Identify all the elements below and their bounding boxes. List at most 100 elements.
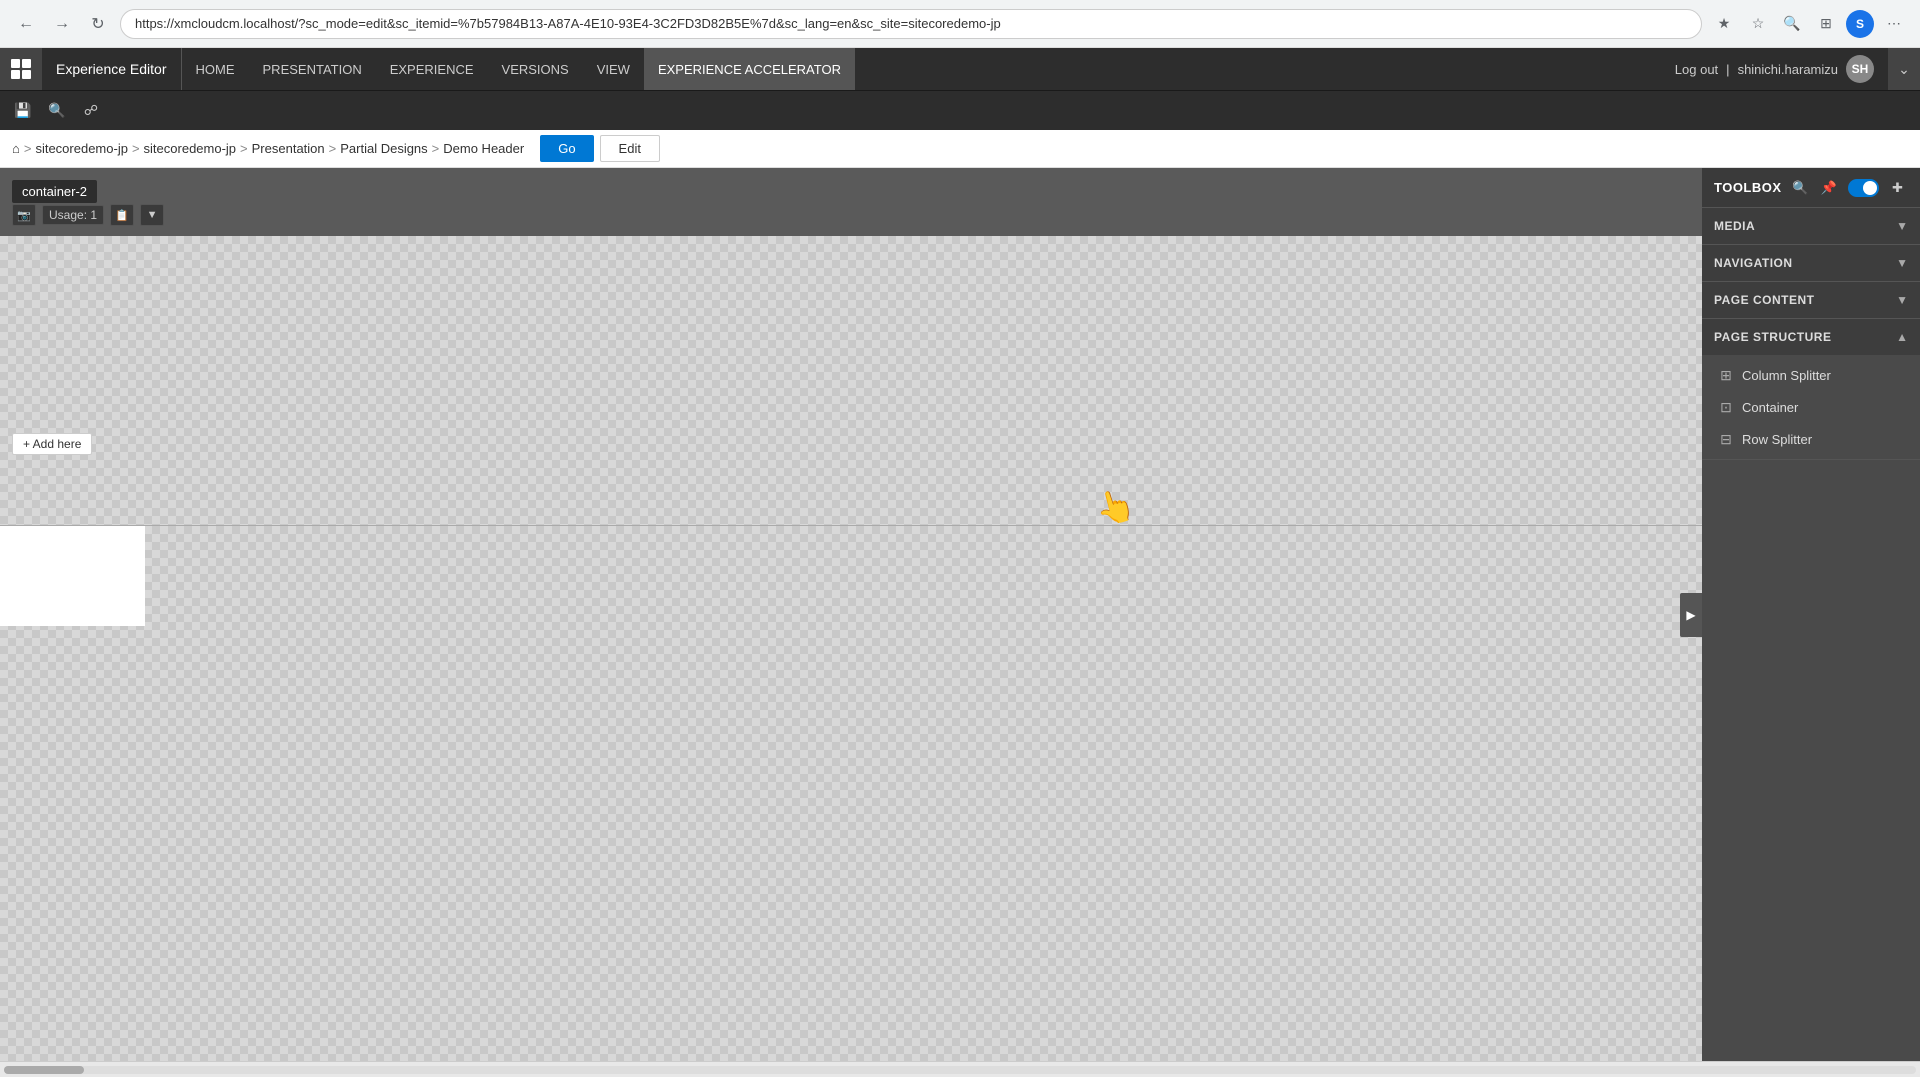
menu-right: Log out | shinichi.haramizu SH — [1675, 55, 1888, 83]
breadcrumb-sep-3: > — [329, 141, 337, 156]
toolbox-page-structure-chevron-icon: ▲ — [1896, 330, 1908, 344]
edit-button[interactable]: Edit — [600, 135, 660, 162]
toolbox-section-media: MEDIA ▼ — [1702, 208, 1920, 245]
scrollbar-thumb — [4, 1066, 84, 1074]
toolbox-title: TOOLBOX — [1714, 180, 1782, 195]
browser-avatar: S — [1846, 10, 1874, 38]
toolbox-media-chevron-icon: ▼ — [1896, 219, 1908, 233]
collapse-toolbox-button[interactable]: ▶ — [1680, 593, 1702, 637]
logo-cell-1 — [11, 59, 20, 68]
toolbox-section-page-structure-header[interactable]: PAGE STRUCTURE ▲ — [1702, 319, 1920, 355]
canvas-lower — [0, 526, 1702, 1061]
toolbox-search-button[interactable]: 🔍 — [1790, 176, 1811, 200]
toolbox-section-navigation-label: NAVIGATION — [1714, 256, 1896, 270]
add-here-button[interactable]: + Add here — [12, 433, 92, 455]
settings-button[interactable]: ⋯ — [1880, 10, 1908, 38]
menu-item-presentation[interactable]: PRESENTATION — [249, 48, 376, 90]
toolbox-expand-button[interactable]: ✚ — [1887, 176, 1908, 200]
app-logo — [0, 48, 42, 90]
breadcrumb-sep-2: > — [240, 141, 248, 156]
toolbox-section-page-content-header[interactable]: PAGE CONTENT ▼ — [1702, 282, 1920, 318]
back-button[interactable]: ← — [12, 10, 40, 38]
toolbox-section-media-header[interactable]: MEDIA ▼ — [1702, 208, 1920, 244]
zoom-button[interactable]: 🔍 — [1778, 10, 1806, 38]
menu-item-view[interactable]: VIEW — [583, 48, 644, 90]
toolbox-item-container[interactable]: ⊡ Container — [1702, 391, 1920, 423]
canvas-upper — [0, 236, 1702, 526]
go-button[interactable]: Go — [540, 135, 593, 162]
logout-link[interactable]: Log out — [1675, 62, 1718, 77]
toolbox-item-row-splitter[interactable]: ⊟ Row Splitter — [1702, 423, 1920, 455]
toolbox-section-page-structure: PAGE STRUCTURE ▲ ⊞ Column Splitter ⊡ Con… — [1702, 319, 1920, 460]
column-splitter-label: Column Splitter — [1742, 368, 1831, 383]
browser-chrome: ← → ↻ ★ ☆ 🔍 ⊞ S ⋯ — [0, 0, 1920, 48]
menu-item-versions[interactable]: VERSIONS — [488, 48, 583, 90]
user-avatar: SH — [1846, 55, 1874, 83]
menu-item-experience[interactable]: EXPERIENCE — [376, 48, 488, 90]
profile-button[interactable]: S — [1846, 10, 1874, 38]
container-toolbar: 📷 Usage: 1 📋 ▼ — [12, 204, 164, 226]
save-button[interactable]: 💾 — [8, 96, 38, 126]
share-button[interactable]: ☍ — [76, 96, 106, 126]
username-display: shinichi.haramizu — [1738, 62, 1838, 77]
container-dropdown-btn[interactable]: ▼ — [140, 204, 164, 226]
breadcrumb-sep-4: > — [432, 141, 440, 156]
toolbox-toggle[interactable] — [1848, 179, 1879, 197]
canvas-area: container-2 📷 Usage: 1 📋 ▼ + Add here 👆 … — [0, 168, 1702, 1061]
logo-grid — [11, 59, 31, 79]
menu-bar: Experience Editor HOME PRESENTATION EXPE… — [0, 48, 1920, 90]
breadcrumb-item-root[interactable]: sitecoredemo-jp — [35, 141, 128, 156]
row-splitter-icon: ⊟ — [1718, 431, 1734, 448]
toolbox-section-page-structure-label: PAGE STRUCTURE — [1714, 330, 1896, 344]
toolbox-section-media-label: MEDIA — [1714, 219, 1896, 233]
breadcrumb-bar: ⌂ > sitecoredemo-jp > sitecoredemo-jp > … — [0, 130, 1920, 168]
toolbar-row: 💾 🔍 ☍ — [0, 90, 1920, 130]
scrollbar-track — [4, 1066, 1916, 1074]
app-container: Experience Editor HOME PRESENTATION EXPE… — [0, 48, 1920, 1077]
menu-item-experience-accelerator[interactable]: EXPERIENCE ACCELERATOR — [644, 48, 855, 90]
breadcrumb-item-site[interactable]: sitecoredemo-jp — [144, 141, 237, 156]
toolbox-section-page-content-label: PAGE CONTENT — [1714, 293, 1896, 307]
breadcrumb-sep-1: > — [132, 141, 140, 156]
bookmark-button[interactable]: ☆ — [1744, 10, 1772, 38]
column-splitter-icon: ⊞ — [1718, 367, 1734, 384]
breadcrumb-actions: Go Edit — [540, 135, 660, 162]
container-copy-btn[interactable]: 📋 — [110, 204, 134, 226]
row-splitter-label: Row Splitter — [1742, 432, 1812, 447]
search-button[interactable]: 🔍 — [42, 96, 72, 126]
main-area: container-2 📷 Usage: 1 📋 ▼ + Add here 👆 … — [0, 168, 1920, 1061]
toolbox-item-column-splitter[interactable]: ⊞ Column Splitter — [1702, 359, 1920, 391]
toolbox-section-page-content: PAGE CONTENT ▼ — [1702, 282, 1920, 319]
toolbox-section-navigation-header[interactable]: NAVIGATION ▼ — [1702, 245, 1920, 281]
logo-cell-4 — [22, 70, 31, 79]
toolbox-header: TOOLBOX 🔍 📌 ✚ — [1702, 168, 1920, 208]
address-bar[interactable] — [120, 9, 1702, 39]
separator: | — [1726, 62, 1729, 77]
container-label: container-2 — [12, 180, 97, 203]
container-icon: ⊡ — [1718, 399, 1734, 416]
menu-item-home[interactable]: HOME — [182, 48, 249, 90]
breadcrumb-item-demo-header: Demo Header — [443, 141, 524, 156]
usage-text: Usage: 1 — [42, 205, 104, 225]
container-item-label: Container — [1742, 400, 1798, 415]
toolbox-pin-button[interactable]: 📌 — [1819, 176, 1840, 200]
collapse-menu-button[interactable]: ⌄ — [1888, 48, 1920, 90]
toolbox-page-structure-items: ⊞ Column Splitter ⊡ Container ⊟ Row Spli… — [1702, 355, 1920, 459]
container-icon-btn[interactable]: 📷 — [12, 204, 36, 226]
forward-button[interactable]: → — [48, 10, 76, 38]
breadcrumb-item-presentation[interactable]: Presentation — [252, 141, 325, 156]
app-title: Experience Editor — [42, 48, 182, 90]
toolbox-navigation-chevron-icon: ▼ — [1896, 256, 1908, 270]
breadcrumb-item-partial-designs[interactable]: Partial Designs — [340, 141, 427, 156]
toolbox-spacer — [1702, 460, 1920, 1061]
canvas-lower-white — [0, 526, 145, 626]
bottom-scrollbar[interactable] — [0, 1061, 1920, 1077]
breadcrumb-home-icon[interactable]: ⌂ — [12, 141, 20, 156]
refresh-button[interactable]: ↻ — [84, 10, 112, 38]
menu-items: HOME PRESENTATION EXPERIENCE VERSIONS VI… — [182, 48, 1675, 90]
logo-cell-2 — [22, 59, 31, 68]
toolbox-page-content-chevron-icon: ▼ — [1896, 293, 1908, 307]
reader-mode-button[interactable]: ★ — [1710, 10, 1738, 38]
toolbox-panel: TOOLBOX 🔍 📌 ✚ MEDIA ▼ NAVIGATION ▼ — [1702, 168, 1920, 1061]
extensions-button[interactable]: ⊞ — [1812, 10, 1840, 38]
